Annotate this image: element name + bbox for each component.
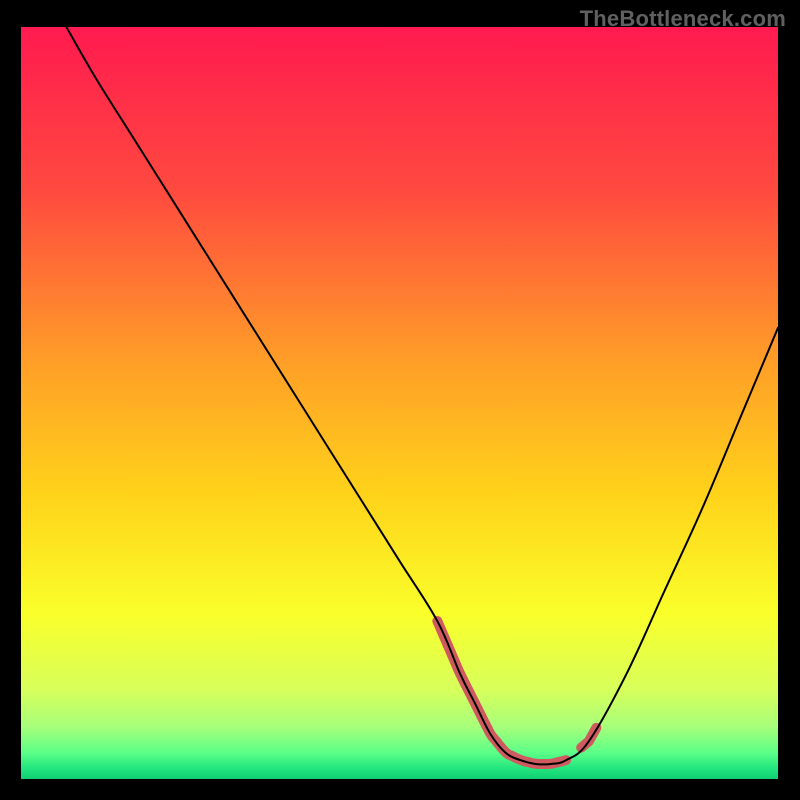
chart-stage: TheBottleneck.com: [0, 0, 800, 800]
bottleneck-chart: [0, 0, 800, 800]
watermark-text: TheBottleneck.com: [580, 6, 786, 32]
